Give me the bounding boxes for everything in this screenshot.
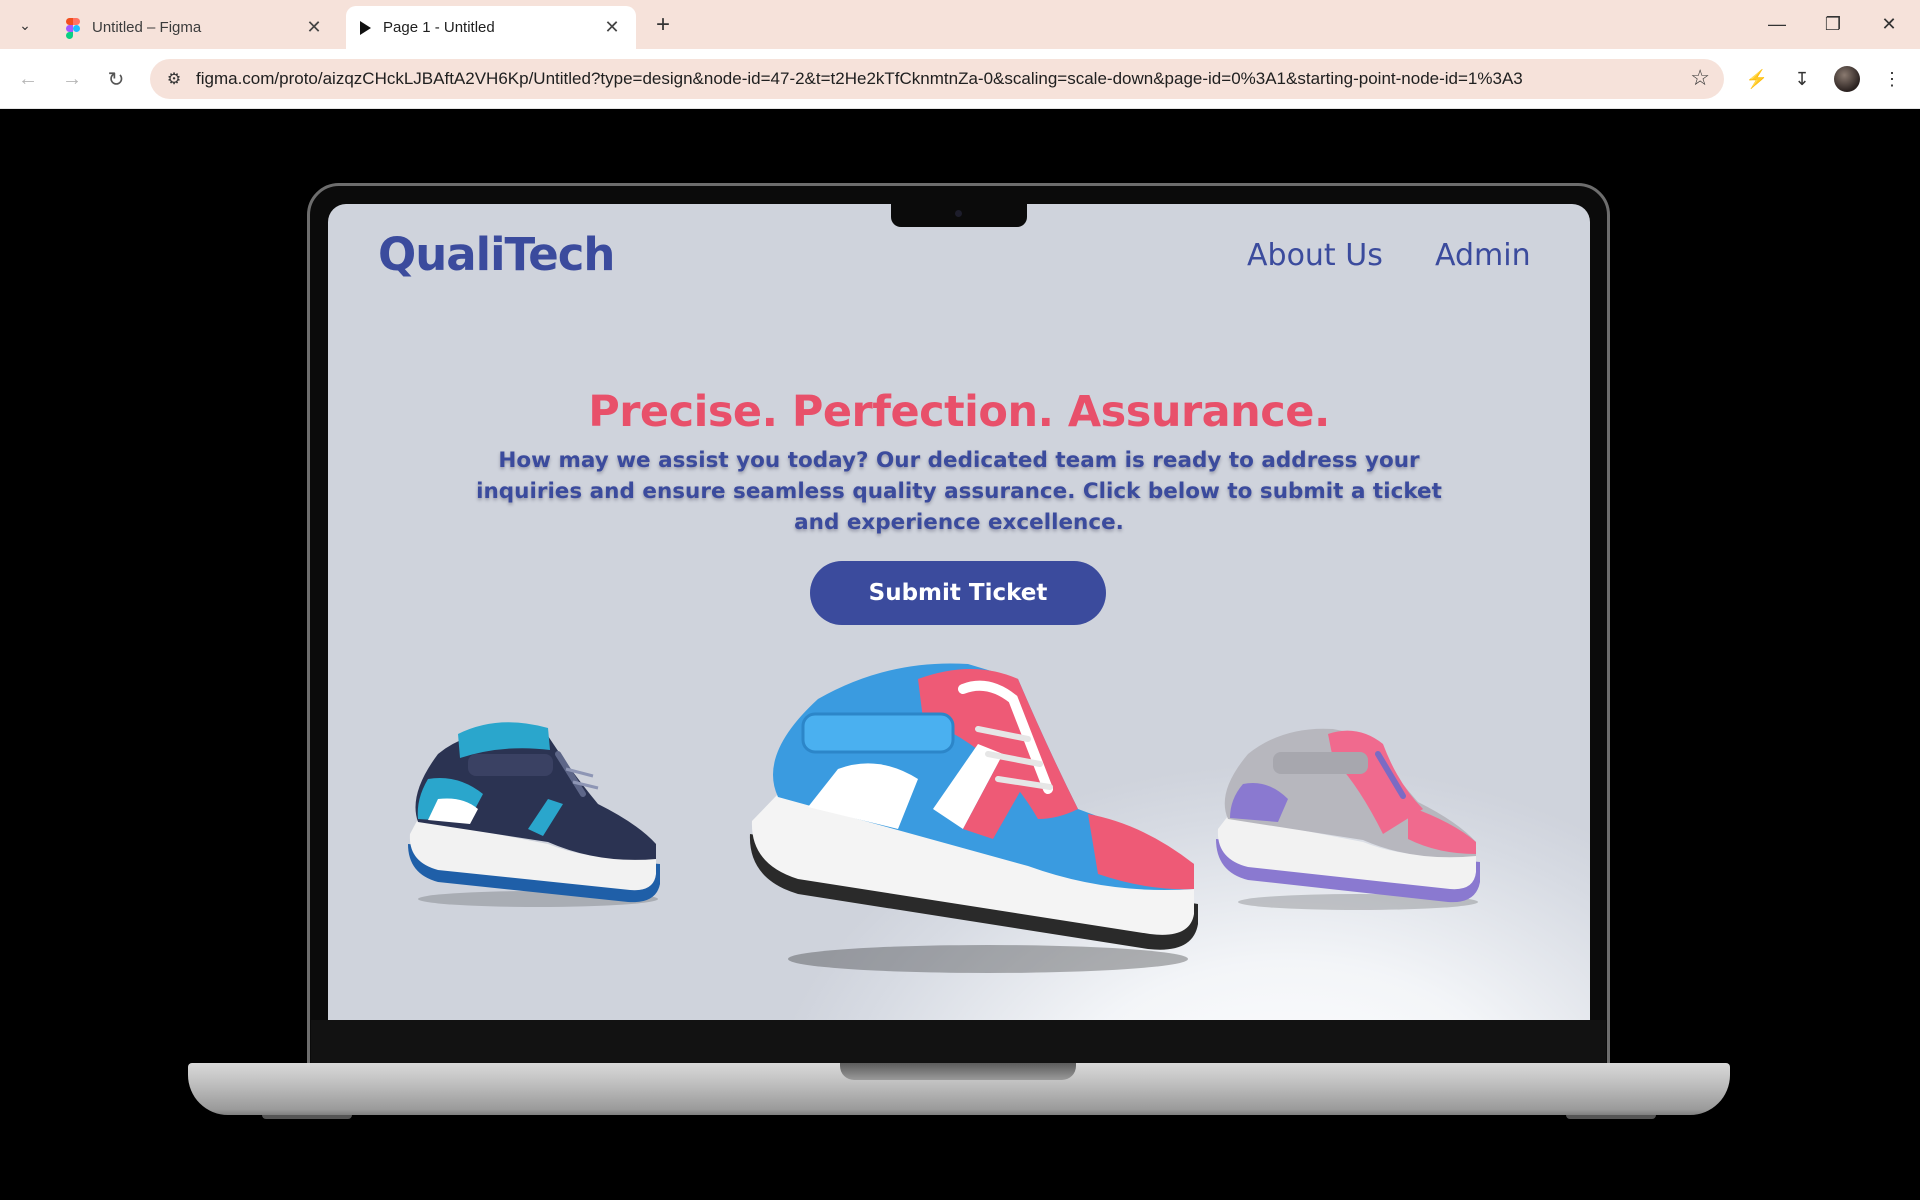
laptop-screen: QualiTech About Us Admin Precise. Perfec… bbox=[328, 204, 1590, 1020]
nav-admin[interactable]: Admin bbox=[1435, 238, 1531, 273]
profile-avatar[interactable] bbox=[1831, 63, 1863, 95]
minimize-icon[interactable]: — bbox=[1752, 6, 1802, 42]
close-window-icon[interactable]: ✕ bbox=[1864, 6, 1914, 42]
tab-search-chevron-icon[interactable]: ⌄ bbox=[8, 10, 42, 40]
grey-pink-sneaker-image bbox=[1216, 728, 1480, 910]
close-icon[interactable]: ✕ bbox=[304, 17, 324, 38]
reload-icon[interactable]: ↻ bbox=[100, 63, 132, 95]
tab-prototype[interactable]: Page 1 - Untitled ✕ bbox=[346, 6, 636, 49]
new-tab-button[interactable]: + bbox=[648, 10, 678, 40]
browser-tab-bar: ⌄ Untitled – Figma ✕ Page 1 - Untitled ✕… bbox=[0, 0, 1920, 49]
bookmark-star-icon[interactable]: ☆ bbox=[1690, 65, 1710, 91]
camera-notch bbox=[891, 204, 1027, 227]
close-icon[interactable]: ✕ bbox=[602, 17, 622, 38]
laptop-foot bbox=[262, 1115, 352, 1119]
avatar bbox=[1834, 66, 1860, 92]
address-bar[interactable]: ⚙ figma.com/proto/aizqzCHckLJBAftA2VH6Kp… bbox=[150, 59, 1724, 99]
tab-title: Untitled – Figma bbox=[92, 19, 202, 36]
download-icon[interactable]: ↧ bbox=[1786, 63, 1818, 95]
more-menu-icon[interactable]: ⋮ bbox=[1876, 63, 1908, 95]
url-text[interactable]: figma.com/proto/aizqzCHckLJBAftA2VH6Kp/U… bbox=[196, 69, 1523, 89]
submit-ticket-button[interactable]: Submit Ticket bbox=[810, 561, 1106, 625]
brand-logo[interactable]: QualiTech bbox=[378, 228, 615, 281]
tab-figma-editor[interactable]: Untitled – Figma ✕ bbox=[52, 6, 338, 49]
camera-icon bbox=[955, 210, 962, 217]
restore-icon[interactable]: ❐ bbox=[1808, 6, 1858, 42]
navy-teal-sneaker-image bbox=[408, 722, 660, 907]
laptop-notch-lip bbox=[840, 1063, 1076, 1080]
laptop-bezel bbox=[311, 1020, 1606, 1064]
tab-title: Page 1 - Untitled bbox=[383, 19, 495, 36]
browser-toolbar: ← → ↻ ⚙ figma.com/proto/aizqzCHckLJBAftA… bbox=[0, 49, 1920, 109]
hero-subtext: How may we assist you today? Our dedicat… bbox=[476, 448, 1442, 535]
play-icon bbox=[360, 20, 371, 35]
site-settings-icon[interactable]: ⚙ bbox=[162, 67, 186, 91]
forward-arrow-icon[interactable]: → bbox=[56, 63, 88, 95]
figma-icon bbox=[66, 17, 80, 39]
hero-headline: Precise. Perfection. Assurance. bbox=[588, 387, 1330, 437]
back-arrow-icon[interactable]: ← bbox=[12, 63, 44, 95]
performance-icon[interactable]: ⚡ bbox=[1741, 63, 1773, 95]
blue-pink-sneaker-image bbox=[749, 663, 1198, 973]
laptop-foot bbox=[1566, 1115, 1656, 1119]
nav-about-us[interactable]: About Us bbox=[1247, 238, 1383, 273]
